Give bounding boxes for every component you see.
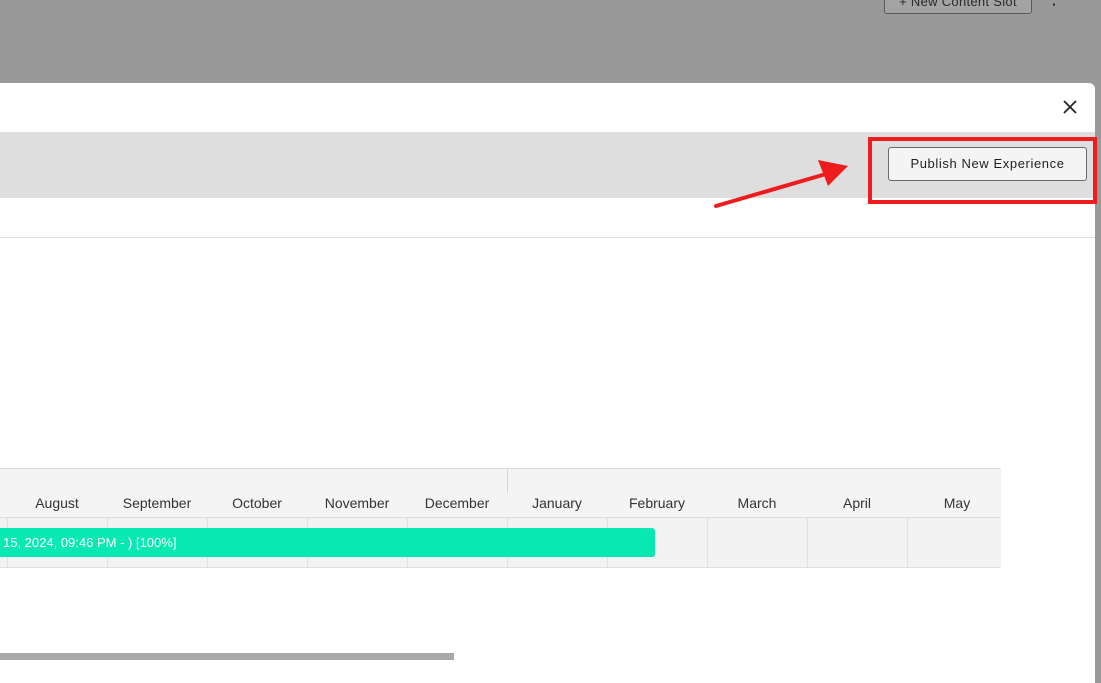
annotation-arrow-icon (714, 160, 848, 208)
